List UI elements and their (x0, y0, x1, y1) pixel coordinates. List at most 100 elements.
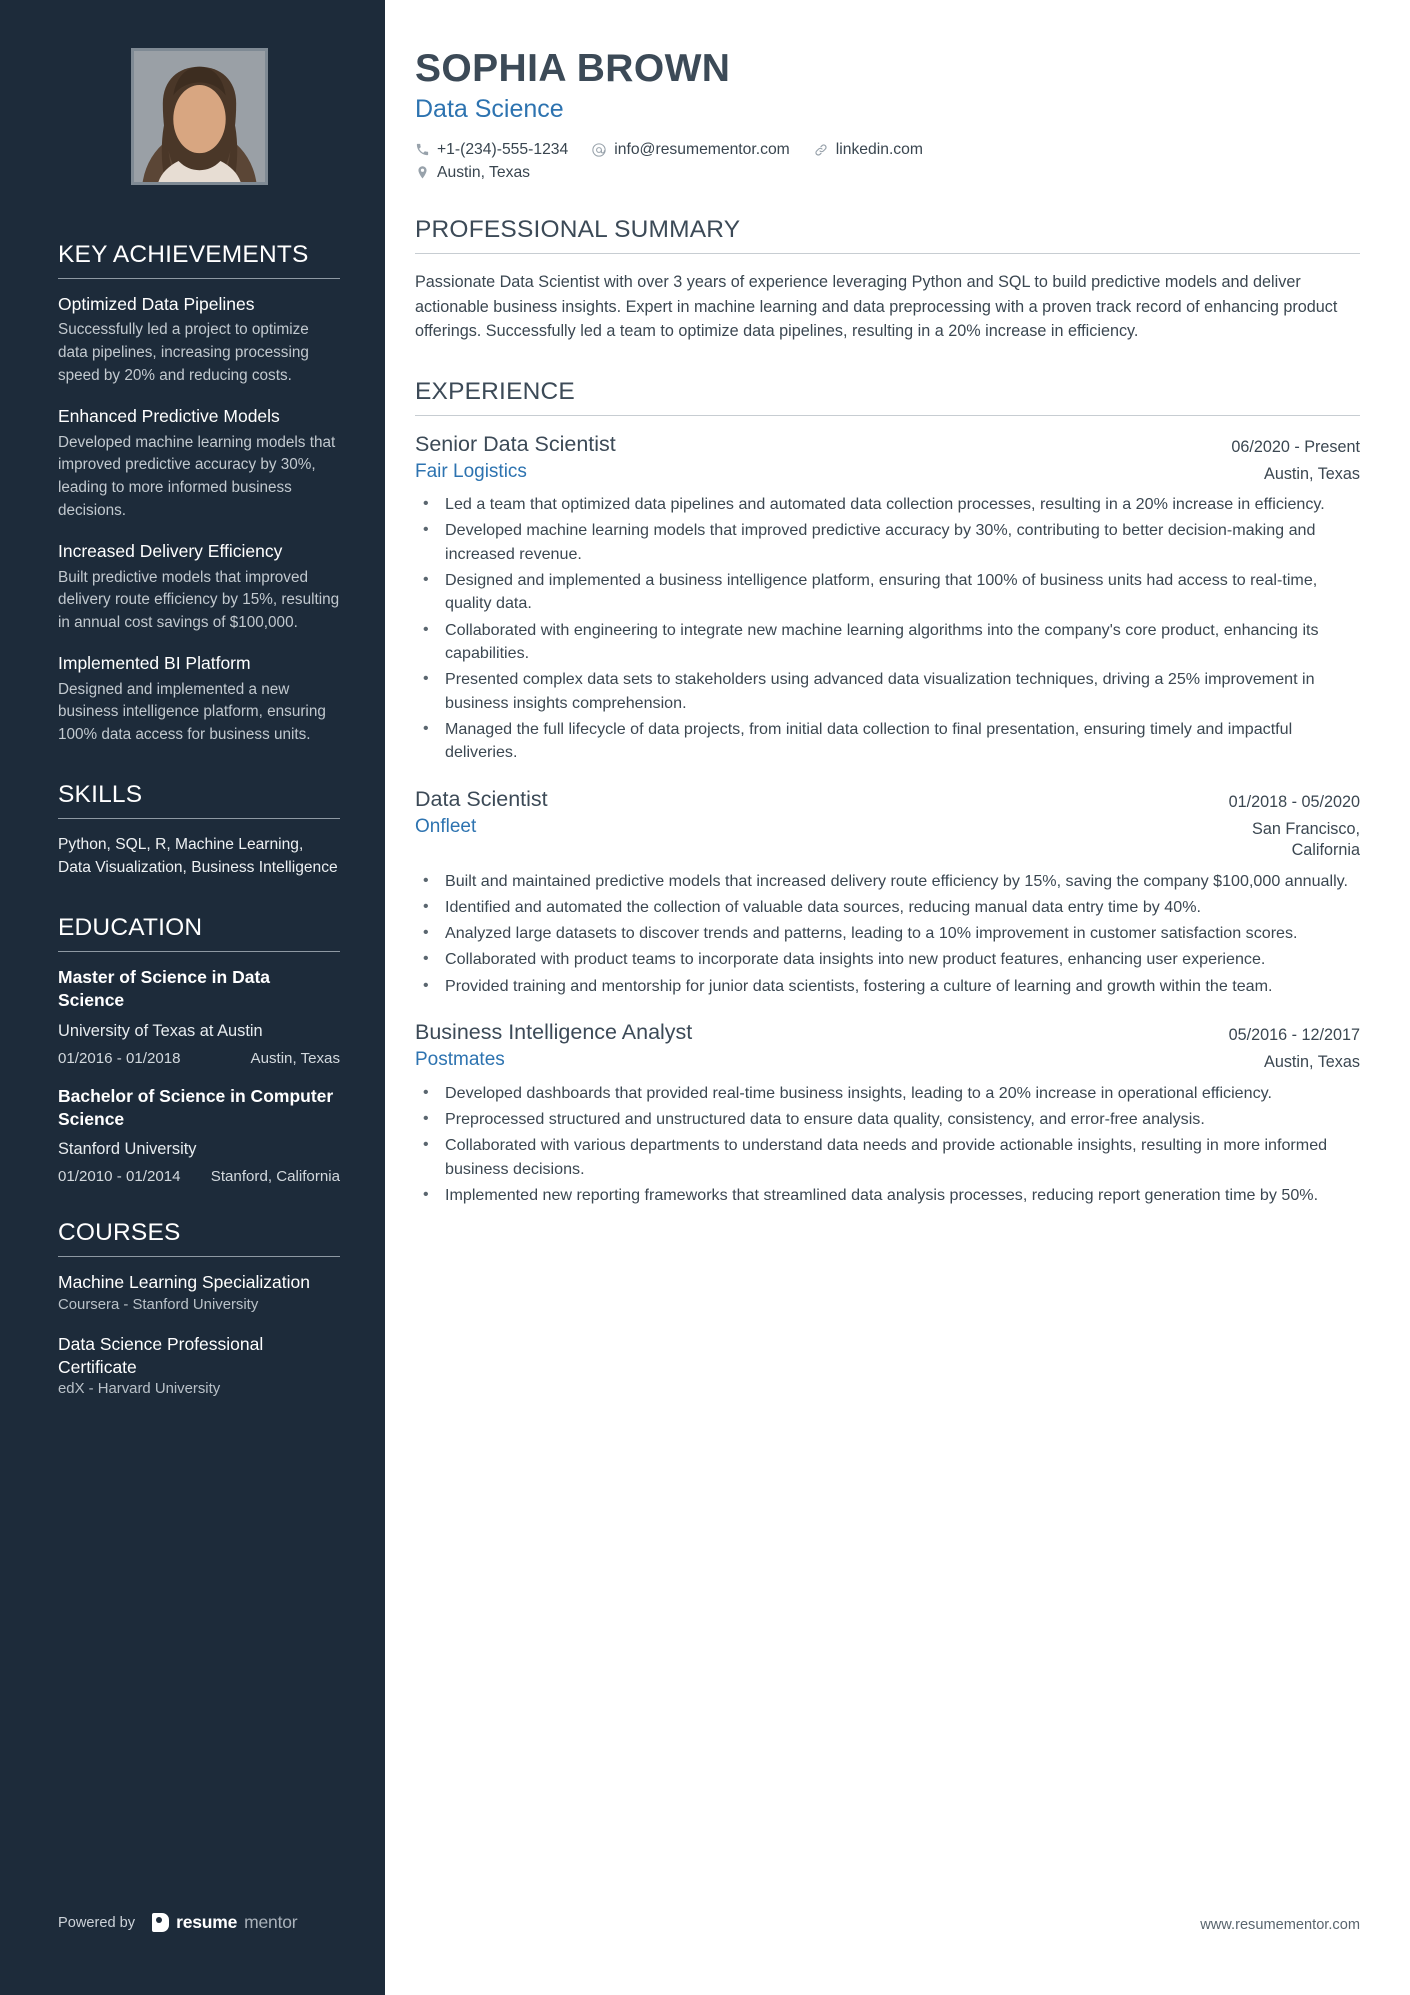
link-icon (813, 142, 829, 158)
achievement-title: Optimized Data Pipelines (58, 294, 255, 314)
job-bullet: Collaborated with various departments to… (415, 1133, 1360, 1181)
section-experience: EXPERIENCE Senior Data Scientist 06/2020… (415, 378, 1360, 1207)
divider (58, 1256, 340, 1258)
email-text: info@resumementor.com (614, 140, 790, 158)
contact-email[interactable]: info@resumementor.com (591, 140, 790, 159)
section-heading-skills: SKILLS (58, 780, 143, 808)
education-item: Bachelor of Science in Computer Science … (58, 1085, 340, 1186)
job-subheader: Fair Logistics Austin, Texas (415, 461, 1360, 485)
job-title: Data Scientist (415, 786, 548, 811)
job-bullet: Managed the full lifecycle of data proje… (415, 717, 1360, 765)
job-title: Senior Data Scientist (415, 431, 616, 456)
map-pin-icon (415, 165, 430, 180)
phone-icon (415, 142, 430, 157)
contact-info: +1-(234)-555-1234 info@resumementor.com … (415, 141, 1360, 182)
divider (415, 252, 1360, 254)
job-bullets: Led a team that optimized data pipelines… (415, 492, 1360, 765)
education-degree: Master of Science in Data Science (58, 967, 271, 1011)
job-dates: 05/2016 - 12/2017 (1228, 1026, 1360, 1045)
brand-mark-icon (152, 1913, 170, 1932)
education-meta: 01/2016 - 01/2018 Austin, Texas (58, 1050, 340, 1067)
education-school: University of Texas at Austin (58, 1021, 263, 1040)
education-dates: 01/2010 - 01/2014 (58, 1168, 181, 1186)
achievement-description: Designed and implemented a new business … (58, 680, 326, 744)
section-heading-achievements: KEY ACHIEVEMENTS (58, 241, 309, 268)
section-key-achievements: KEY ACHIEVEMENTS Optimized Data Pipeline… (58, 241, 340, 747)
job-bullet: Collaborated with product teams to incor… (415, 947, 1360, 971)
at-icon (591, 142, 607, 158)
section-skills: SKILLS Python, SQL, R, Machine Learning,… (58, 781, 340, 880)
job-bullet: Developed dashboards that provided real-… (415, 1081, 1360, 1105)
contact-row-primary: +1-(234)-555-1234 info@resumementor.com … (415, 141, 1360, 159)
course-provider: Coursera - Stanford University (58, 1296, 259, 1313)
avatar-wrap (58, 48, 340, 185)
achievement-description: Successfully led a project to optimize d… (58, 321, 309, 384)
resumementor-logo: resume mentor (152, 1912, 298, 1933)
candidate-role: Data Science (415, 94, 564, 123)
experience-item: Business Intelligence Analyst 05/2016 - … (415, 1020, 1360, 1207)
course-item: Data Science Professional Certificate ed… (58, 1333, 340, 1398)
brand-name-secondary: mentor (244, 1912, 298, 1932)
job-location: San Francisco, California (1252, 819, 1360, 860)
main-content: SOPHIA BROWN Data Science +1-(234)-555-1… (385, 0, 1410, 1995)
course-item: Machine Learning Specialization Coursera… (58, 1271, 340, 1313)
section-courses: COURSES Machine Learning Specialization … (58, 1219, 340, 1397)
phone-text: +1-(234)-555-1234 (437, 140, 569, 158)
divider (58, 278, 340, 279)
achievement-description: Built predictive models that improved de… (58, 568, 340, 631)
sidebar-footer: Powered by resume mentor (58, 1912, 298, 1933)
achievement-item: Implemented BI Platform Designed and imp… (58, 652, 340, 746)
job-subheader: Postmates Austin, Texas (415, 1049, 1360, 1073)
education-dates: 01/2016 - 01/2018 (58, 1049, 181, 1067)
job-company: Onfleet (415, 815, 477, 837)
education-meta: 01/2010 - 01/2014 Stanford, California (58, 1168, 340, 1185)
achievement-item: Enhanced Predictive Models Developed mac… (58, 405, 340, 522)
job-bullet: Identified and automated the collection … (415, 895, 1360, 919)
achievement-item: Increased Delivery Efficiency Built pred… (58, 540, 340, 634)
course-provider: edX - Harvard University (58, 1381, 221, 1398)
divider (58, 951, 340, 953)
education-location: Austin, Texas (250, 1049, 341, 1067)
divider (415, 414, 1360, 416)
achievement-title: Implemented BI Platform (58, 653, 251, 674)
achievement-description: Developed machine learning models that i… (58, 433, 336, 519)
experience-item: Senior Data Scientist 06/2020 - Present … (415, 432, 1360, 765)
job-bullet: Led a team that optimized data pipelines… (415, 492, 1360, 516)
contact-location: Austin, Texas (415, 164, 530, 182)
job-bullet: Presented complex data sets to stakehold… (415, 667, 1360, 715)
section-heading-courses: COURSES (58, 1219, 181, 1247)
powered-by-label: Powered by (58, 1914, 136, 1931)
job-bullet: Preprocessed structured and unstructured… (415, 1107, 1360, 1131)
course-title: Data Science Professional Certificate (58, 1333, 264, 1377)
job-bullet: Implemented new reporting frameworks tha… (415, 1183, 1360, 1207)
job-company: Postmates (415, 1049, 505, 1071)
job-bullet: Built and maintained predictive models t… (415, 868, 1360, 893)
website-text: linkedin.com (835, 140, 923, 158)
achievement-item: Optimized Data Pipelines Successfully le… (58, 293, 340, 387)
footer-website-url: www.resumementor.com (1200, 1917, 1360, 1933)
job-bullet: Developed machine learning models that i… (415, 518, 1360, 566)
sidebar: KEY ACHIEVEMENTS Optimized Data Pipeline… (0, 0, 385, 1995)
achievement-title: Increased Delivery Efficiency (58, 541, 283, 562)
job-bullet: Designed and implemented a business inte… (415, 568, 1360, 616)
contact-row-location: Austin, Texas (415, 164, 1360, 182)
section-professional-summary: PROFESSIONAL SUMMARY Passionate Data Sci… (415, 216, 1360, 344)
job-bullet: Collaborated with engineering to integra… (415, 618, 1360, 666)
job-title: Business Intelligence Analyst (415, 1020, 693, 1045)
contact-website[interactable]: linkedin.com (813, 141, 923, 159)
education-location: Stanford, California (210, 1168, 340, 1186)
education-item: Master of Science in Data Science Univer… (58, 966, 340, 1067)
achievement-title: Enhanced Predictive Models (58, 406, 280, 427)
contact-phone[interactable]: +1-(234)-555-1234 (415, 141, 568, 159)
avatar-portrait-icon (133, 51, 265, 182)
brand-name-primary: resume (176, 1912, 238, 1932)
job-bullet: Analyzed large datasets to discover tren… (415, 921, 1360, 945)
job-bullets: Developed dashboards that provided real-… (415, 1081, 1360, 1208)
section-education: EDUCATION Master of Science in Data Scie… (58, 914, 340, 1185)
divider (58, 817, 340, 819)
job-company: Fair Logistics (415, 460, 527, 482)
job-header: Business Intelligence Analyst 05/2016 - … (415, 1020, 1360, 1045)
resume-page: KEY ACHIEVEMENTS Optimized Data Pipeline… (0, 0, 1410, 1995)
skills-list: Python, SQL, R, Machine Learning, Data V… (58, 835, 338, 877)
section-heading-summary: PROFESSIONAL SUMMARY (415, 215, 741, 243)
